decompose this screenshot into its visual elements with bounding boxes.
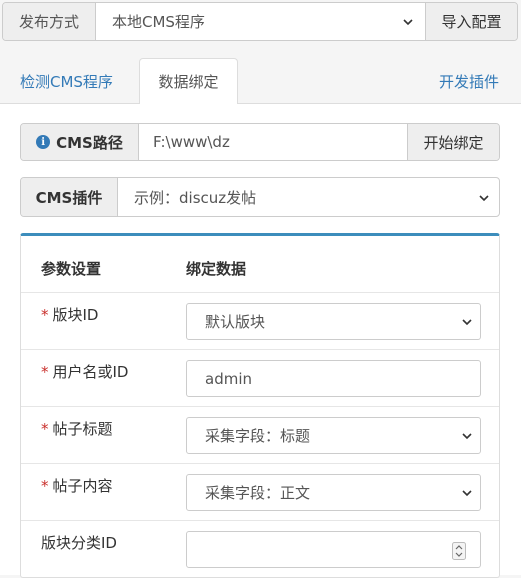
- cms-plugin-select[interactable]: 示例：discuz发帖: [118, 178, 499, 216]
- chevron-down-icon: [462, 490, 472, 497]
- row-label: * 版块ID: [41, 304, 98, 325]
- tab-detect-cms[interactable]: 检测CMS程序: [20, 58, 113, 104]
- start-binding-button[interactable]: 开始绑定: [407, 124, 499, 160]
- cms-path-input[interactable]: F:\www\dz: [139, 124, 407, 160]
- publish-method-select[interactable]: 本地CMS程序: [96, 3, 425, 40]
- number-spinner-icon[interactable]: [452, 542, 466, 560]
- row-label-text: 版块分类ID: [41, 534, 117, 552]
- publish-method-bar: 发布方式 本地CMS程序 导入配置: [2, 2, 518, 41]
- post-content-select[interactable]: 采集字段：正文: [186, 474, 481, 511]
- table-row: 版块分类ID: [21, 521, 499, 578]
- row-label-text: 帖子标题: [52, 420, 113, 438]
- board-category-id-input[interactable]: [186, 531, 481, 568]
- table-row: * 帖子内容 采集字段：正文: [21, 464, 499, 521]
- required-marker: *: [41, 420, 49, 438]
- header-bind-data: 绑定数据: [186, 260, 247, 278]
- board-id-select[interactable]: 默认版块: [186, 303, 481, 340]
- board-id-value: 默认版块: [205, 313, 266, 331]
- required-marker: *: [41, 477, 49, 495]
- chevron-down-icon: [462, 433, 472, 440]
- row-label-text: 帖子内容: [52, 477, 113, 495]
- row-label: 版块分类ID: [41, 532, 117, 553]
- post-title-value: 采集字段：标题: [205, 427, 311, 445]
- row-label-text: 用户名或ID: [52, 363, 129, 381]
- required-marker: *: [41, 363, 49, 381]
- chevron-down-icon: [462, 319, 472, 326]
- cms-path-label-box: i CMS路径: [21, 124, 139, 160]
- table-header: 参数设置 绑定数据: [21, 236, 499, 293]
- row-label: * 用户名或ID: [41, 361, 128, 382]
- cms-plugin-value: 示例：discuz发帖: [134, 188, 257, 207]
- chevron-down-icon: [479, 195, 489, 202]
- row-label-text: 版块ID: [52, 306, 99, 324]
- binding-panel: 参数设置 绑定数据 * 版块ID 默认版块 * 用户名或ID admin * 帖子标题…: [20, 233, 500, 578]
- post-content-value: 采集字段：正文: [205, 484, 311, 502]
- tab-content: i CMS路径 F:\www\dz 开始绑定 CMS插件 示例：discuz发帖…: [0, 104, 521, 578]
- publish-method-label: 发布方式: [3, 3, 96, 40]
- cms-path-label: CMS路径: [56, 133, 123, 152]
- header-param-settings: 参数设置: [41, 260, 102, 278]
- chevron-down-icon: [403, 19, 413, 26]
- required-marker: *: [41, 306, 49, 324]
- cms-path-group: i CMS路径 F:\www\dz 开始绑定: [20, 123, 500, 161]
- publish-method-value: 本地CMS程序: [112, 13, 205, 31]
- table-row: * 版块ID 默认版块: [21, 293, 499, 350]
- tab-develop-plugin[interactable]: 开发插件: [439, 58, 499, 104]
- import-config-button[interactable]: 导入配置: [425, 3, 517, 40]
- post-title-select[interactable]: 采集字段：标题: [186, 417, 481, 454]
- table-row: * 用户名或ID admin: [21, 350, 499, 407]
- cms-plugin-group: CMS插件 示例：discuz发帖: [20, 177, 500, 217]
- info-icon: i: [36, 135, 51, 149]
- row-label: * 帖子内容: [41, 475, 113, 496]
- table-row: * 帖子标题 采集字段：标题: [21, 407, 499, 464]
- tab-data-binding[interactable]: 数据绑定: [139, 58, 238, 105]
- tab-bar: 检测CMS程序 数据绑定 开发插件: [0, 58, 521, 105]
- row-label: * 帖子标题: [41, 418, 113, 439]
- username-input[interactable]: admin: [186, 360, 481, 397]
- cms-plugin-label: CMS插件: [21, 178, 118, 216]
